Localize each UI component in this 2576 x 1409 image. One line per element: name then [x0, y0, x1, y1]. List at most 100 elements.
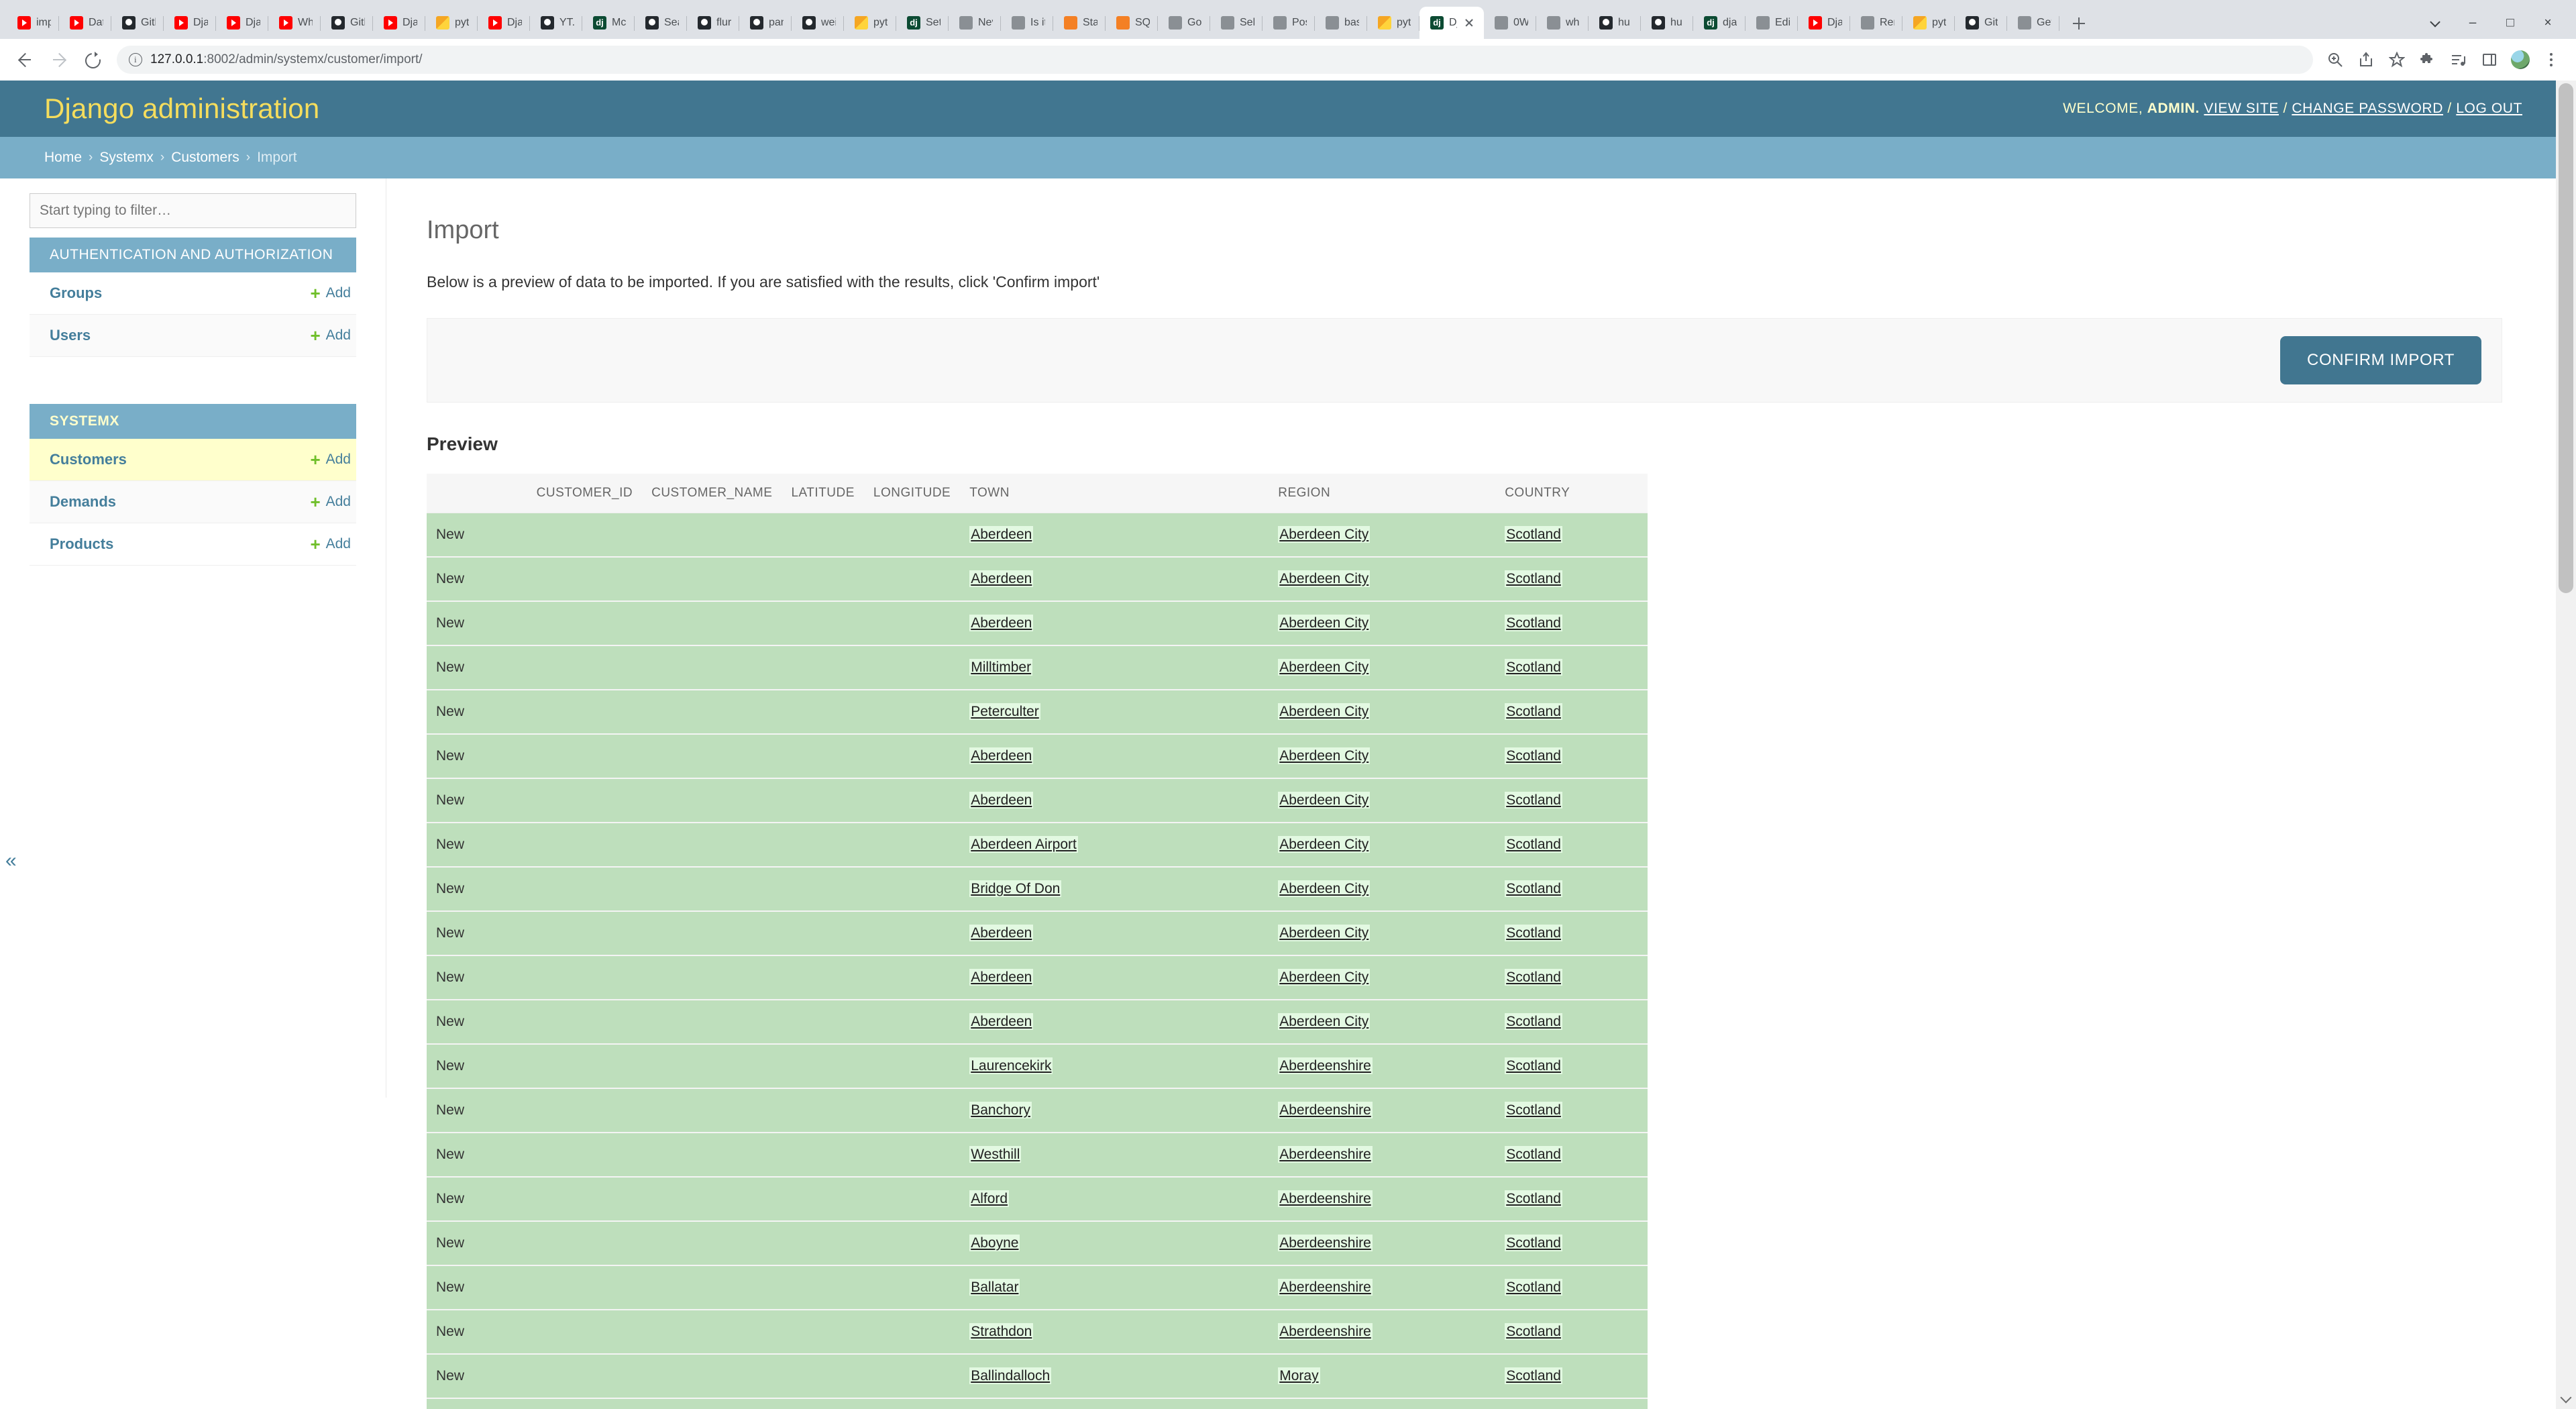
browser-tab[interactable]: Git: [1955, 7, 2007, 39]
cell-country: Scotland: [1495, 1000, 1648, 1045]
scrollbar-thumb[interactable]: [2559, 83, 2573, 593]
browser-tab[interactable]: Gith: [111, 7, 164, 39]
browser-tab[interactable]: wei: [792, 7, 844, 39]
sidebar-item-label[interactable]: Products: [50, 535, 113, 553]
zoom-icon[interactable]: [2320, 44, 2351, 75]
browser-tab[interactable]: Go: [1158, 7, 1210, 39]
scroll-down-arrow-icon[interactable]: [2556, 1389, 2576, 1409]
back-icon[interactable]: [9, 44, 40, 75]
sidebar-item-label[interactable]: Demands: [50, 493, 116, 511]
browser-tab[interactable]: pyt: [1367, 7, 1419, 39]
browser-tab[interactable]: Edi: [1746, 7, 1798, 39]
browser-tab[interactable]: pyt: [1902, 7, 1955, 39]
site-info-icon[interactable]: [129, 53, 142, 66]
browser-tab[interactable]: Dja: [1798, 7, 1850, 39]
add-groups-link[interactable]: + Add: [310, 284, 351, 302]
browser-tab[interactable]: Rer: [1850, 7, 1902, 39]
browser-tab[interactable]: Gith: [321, 7, 373, 39]
browser-tab[interactable]: bas: [1315, 7, 1367, 39]
minimize-button[interactable]: –: [2454, 7, 2491, 38]
browser-tab[interactable]: Sea: [635, 7, 687, 39]
log-out-link[interactable]: LOG OUT: [2456, 101, 2522, 116]
profile-avatar[interactable]: [2511, 50, 2530, 69]
browser-tab[interactable]: Dat: [59, 7, 111, 39]
generic-icon: [1169, 16, 1182, 30]
browser-tab[interactable]: dj Dja: [1419, 7, 1484, 39]
browser-tab[interactable]: wh: [1536, 7, 1589, 39]
sidebar-collapse-toggle[interactable]: «: [5, 849, 17, 872]
add-users-link[interactable]: + Add: [310, 327, 351, 344]
tab-label: hu: [1670, 17, 1682, 28]
breadcrumb-item-systemx[interactable]: Systemx: [99, 150, 154, 166]
page-scrollbar[interactable]: [2556, 81, 2576, 1409]
browser-tab[interactable]: YT.: [530, 7, 582, 39]
browser-tab[interactable]: SQ: [1106, 7, 1158, 39]
browser-tab[interactable]: pan: [739, 7, 792, 39]
share-icon[interactable]: [2351, 44, 2381, 75]
browser-tab[interactable]: Nev: [949, 7, 1001, 39]
add-customers-link[interactable]: + Add: [310, 451, 351, 468]
diff-highlight: Aberdeen: [969, 570, 1034, 587]
browser-tab[interactable]: hu: [1589, 7, 1641, 39]
sidebar-item-products[interactable]: Products + Add: [30, 523, 356, 566]
tab-search-button[interactable]: [2416, 7, 2454, 38]
bookmark-star-icon[interactable]: [2381, 44, 2412, 75]
sidebar-filter-input[interactable]: [30, 193, 356, 228]
view-site-link[interactable]: VIEW SITE: [2204, 101, 2279, 116]
welcome-label: WELCOME,: [2063, 101, 2143, 116]
browser-tab[interactable]: 0W: [1484, 7, 1536, 39]
cell-longitude: [863, 645, 961, 690]
diff-highlight: Scotland: [1505, 1057, 1562, 1074]
browser-tab[interactable]: Wh: [268, 7, 321, 39]
forward-icon[interactable]: [43, 44, 74, 75]
table-row: New Aberdeen Airport Aberdeen City Scotland: [427, 823, 1648, 868]
sidebar-item-label[interactable]: Customers: [50, 451, 127, 468]
browser-tab[interactable]: dj dja: [1693, 7, 1746, 39]
sidebar-item-label[interactable]: Users: [50, 327, 91, 344]
sidebar-app-header-authentication-and-authorization[interactable]: AUTHENTICATION AND AUTHORIZATION: [30, 238, 356, 272]
browser-tab[interactable]: Dja: [216, 7, 268, 39]
sidebar-item-label[interactable]: Groups: [50, 284, 102, 302]
browser-tab[interactable]: Sel: [1210, 7, 1263, 39]
browser-tab[interactable]: imp: [7, 7, 59, 39]
close-icon[interactable]: [1462, 16, 1476, 30]
address-bar[interactable]: 127.0.0.1:8002/admin/systemx/customer/im…: [117, 46, 2313, 74]
breadcrumb-item-home[interactable]: Home: [44, 150, 82, 166]
sidebar-item-customers[interactable]: Customers + Add: [30, 439, 356, 481]
sidebar-app-header-systemx[interactable]: SYSTEMX: [30, 404, 356, 439]
maximize-button[interactable]: □: [2491, 7, 2529, 38]
cell-latitude: [782, 1177, 864, 1222]
browser-tab[interactable]: Dja: [164, 7, 216, 39]
browser-tab[interactable]: dj Sett: [896, 7, 949, 39]
browser-tab[interactable]: dj Mc: [582, 7, 635, 39]
browser-tab[interactable]: Get: [2007, 7, 2059, 39]
browser-tab[interactable]: Pos: [1263, 7, 1315, 39]
sidebar-item-groups[interactable]: Groups + Add: [30, 272, 356, 315]
new-tab-button[interactable]: [2063, 8, 2094, 39]
change-password-link[interactable]: CHANGE PASSWORD: [2292, 101, 2443, 116]
add-demands-link[interactable]: + Add: [310, 493, 351, 511]
admin-body: AUTHENTICATION AND AUTHORIZATION Groups +A…: [0, 178, 2556, 1409]
browser-tab[interactable]: hu: [1641, 7, 1693, 39]
confirm-import-button[interactable]: CONFIRM IMPORT: [2280, 336, 2481, 384]
browser-menu-icon[interactable]: [2536, 44, 2567, 75]
site-title[interactable]: Django administration: [44, 93, 319, 125]
cell-latitude: [782, 734, 864, 779]
browser-tab[interactable]: Dja: [478, 7, 530, 39]
browser-tab[interactable]: Sta: [1053, 7, 1106, 39]
add-products-link[interactable]: + Add: [310, 535, 351, 553]
media-playlist-icon[interactable]: [2443, 44, 2474, 75]
browser-tab[interactable]: flur: [687, 7, 739, 39]
side-panel-icon[interactable]: [2474, 44, 2505, 75]
extensions-puzzle-icon[interactable]: [2412, 44, 2443, 75]
browser-tab[interactable]: Is it: [1001, 7, 1053, 39]
browser-tab[interactable]: pyt: [844, 7, 896, 39]
sidebar-item-demands[interactable]: Demands + Add: [30, 481, 356, 523]
browser-tab[interactable]: Dja: [373, 7, 425, 39]
close-window-button[interactable]: ×: [2529, 7, 2567, 38]
breadcrumb-item-customers[interactable]: Customers: [171, 150, 239, 166]
sidebar-item-users[interactable]: Users + Add: [30, 315, 356, 357]
browser-tab[interactable]: pyt: [425, 7, 478, 39]
table-row: New Aberdeen Aberdeen City Scotland: [427, 778, 1648, 823]
reload-icon[interactable]: [76, 44, 107, 75]
